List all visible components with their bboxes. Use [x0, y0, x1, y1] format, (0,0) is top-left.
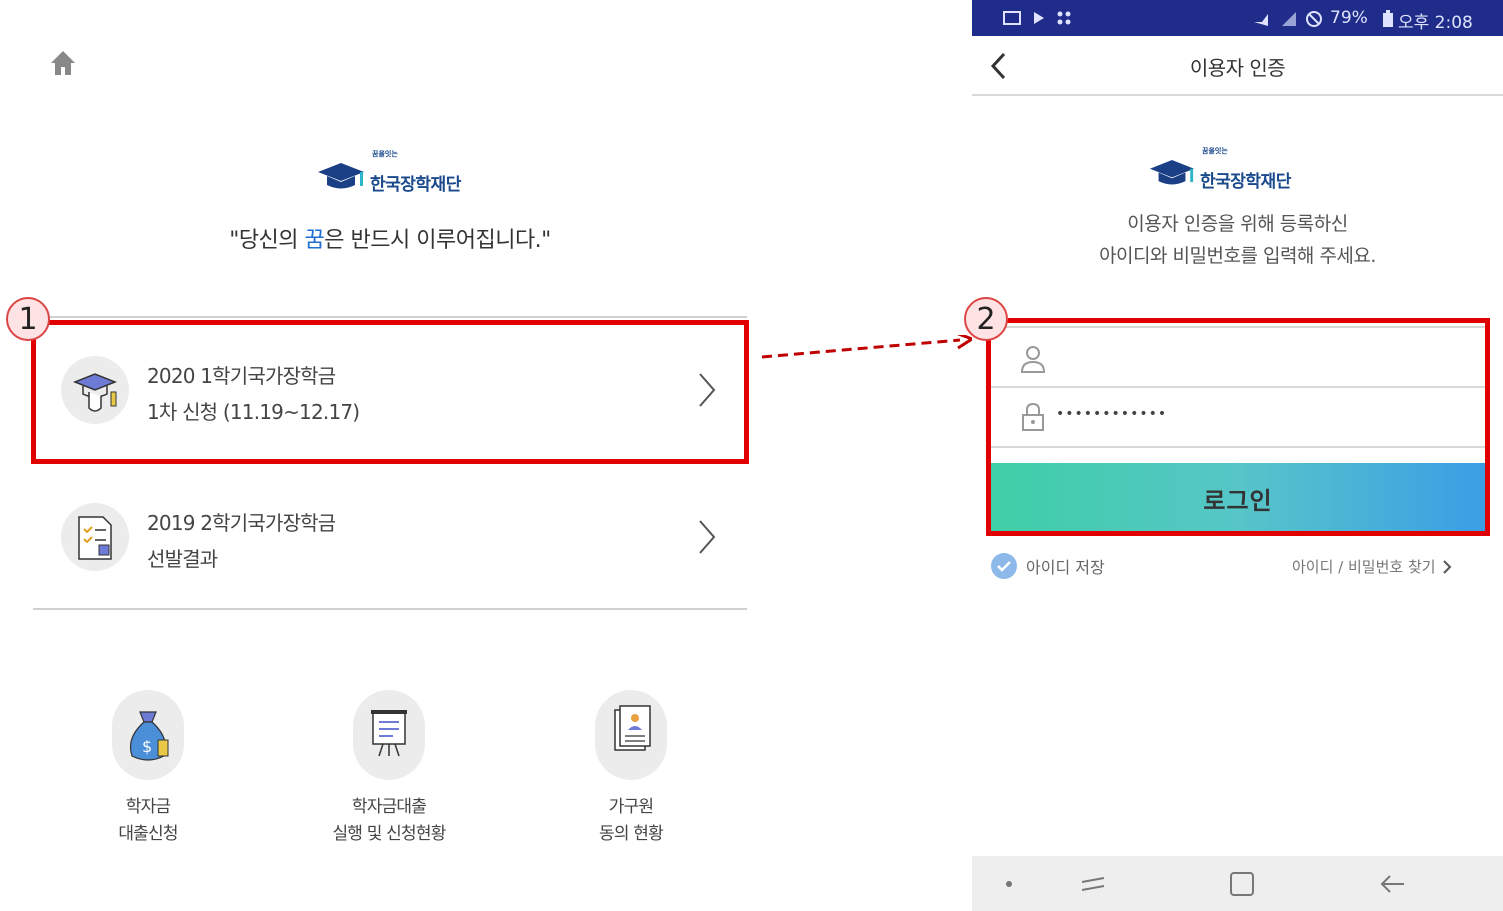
selection-result-icon-bg: [61, 503, 129, 571]
step-badge-1: 1: [6, 297, 50, 341]
quick-link-label: 가구원 동의 현황: [551, 794, 711, 848]
find-account-link[interactable]: 아이디 / 비밀번호 찾기: [1292, 556, 1452, 577]
clock: 오후 2:08: [1398, 13, 1473, 33]
quick-icon-bg: [595, 690, 667, 780]
menu-top-divider: [33, 316, 747, 318]
battery-icon: [1383, 10, 1393, 27]
menu-item-subtitle: 선발결과: [147, 547, 218, 571]
quick-link-label-line: 학자금: [125, 797, 171, 817]
right-screen: 79% 오후 2:08 이용자 인증 꿈을잇는 한국장학재단 이용자 인증을 위…: [964, 0, 1503, 911]
left-screen: 꿈을잇는 한국장학재단 "당신의 꿈은 반드시 이루어집니다." 2020 1학…: [0, 0, 760, 911]
quick-link-loan-apply[interactable]: $ 학자금 대출신청: [68, 690, 228, 848]
save-id-toggle[interactable]: 아이디 저장: [990, 552, 1105, 580]
document-checklist-icon: [78, 516, 112, 560]
quick-link-loan-status[interactable]: 학자금대출 실행 및 신청현황: [309, 690, 469, 848]
description-line: 아이디와 비밀번호를 입력해 주세요.: [1099, 245, 1376, 267]
signal-icons: [1254, 11, 1322, 27]
logo-name: 한국장학재단: [370, 175, 461, 195]
document-person-icon: [614, 705, 651, 751]
presentation-board-icon: [371, 710, 407, 757]
app-bar-title: 이용자 인증: [1189, 56, 1286, 80]
quick-link-label: 학자금대출 실행 및 신청현황: [309, 794, 469, 848]
quick-link-label-line: 대출신청: [118, 824, 178, 844]
brand-logo: 꿈을잇는 한국장학재단: [316, 150, 476, 198]
home-icon[interactable]: [48, 48, 78, 78]
status-bar: 79% 오후 2:08: [972, 0, 1503, 36]
notification-icons: [1003, 11, 1071, 25]
quick-link-label-line: 실행 및 신청현황: [332, 824, 446, 844]
highlight-box-step-2: [986, 318, 1490, 536]
menu-bottom-divider: [33, 608, 747, 610]
back-nav-icon[interactable]: [1378, 872, 1408, 896]
home-square-icon[interactable]: [1228, 870, 1256, 898]
login-description: 이용자 인증을 위해 등록하신 아이디와 비밀번호를 입력해 주세요.: [972, 208, 1503, 272]
menu-item-title: 2019 2학기국가장학금: [147, 511, 336, 535]
app-bar: 이용자 인증: [972, 36, 1503, 96]
logo-subtitle: 꿈을잇는: [372, 150, 398, 158]
brand-logo: 꿈을잇는 한국장학재단: [1148, 147, 1348, 195]
quick-icon-bg: [353, 690, 425, 780]
menu-item-selection-result[interactable]: 2019 2학기국가장학금 선발결과: [33, 467, 747, 607]
graduation-cap-icon: [1149, 160, 1195, 185]
slogan-highlight: 꿈: [304, 228, 325, 253]
save-id-label: 아이디 저장: [1026, 558, 1105, 577]
graduation-cap-icon: [318, 163, 364, 189]
highlight-box-step-1: [31, 320, 749, 464]
step-badge-2: 2: [964, 297, 1008, 341]
battery-percent: 79%: [1330, 8, 1368, 28]
quick-link-label-line: 동의 현황: [599, 824, 664, 844]
quick-link-label-line: 학자금대출: [351, 797, 427, 817]
svg-text:$: $: [142, 737, 152, 756]
recent-apps-icon[interactable]: [1078, 872, 1108, 896]
money-bag-icon: $: [129, 711, 169, 761]
checkbox-checked-icon: [991, 553, 1017, 579]
slogan-text-end: 은 반드시 이루어집니다.": [324, 228, 551, 253]
android-nav-bar: [972, 856, 1503, 911]
logo-name: 한국장학재단: [1200, 172, 1291, 192]
find-account-label: 아이디 / 비밀번호 찾기: [1292, 558, 1436, 576]
quick-link-label: 학자금 대출신청: [68, 794, 228, 848]
chevron-right-icon: [1442, 559, 1451, 574]
menu-item-text: 2019 2학기국가장학금 선발결과: [147, 505, 336, 577]
quick-icon-bg: $: [112, 690, 184, 780]
dashed-arrow-icon: [761, 335, 975, 359]
dot-icon: [1006, 881, 1012, 887]
quick-link-family-consent[interactable]: 가구원 동의 현황: [551, 690, 711, 848]
logo-subtitle: 꿈을잇는: [1202, 147, 1228, 155]
description-line: 이용자 인증을 위해 등록하신: [1127, 213, 1348, 235]
chevron-right-icon: [699, 520, 716, 554]
slogan-text: "당신의: [229, 228, 305, 253]
quick-link-label-line: 가구원: [608, 797, 654, 817]
slogan: "당신의 꿈은 반드시 이루어집니다.": [0, 222, 780, 254]
